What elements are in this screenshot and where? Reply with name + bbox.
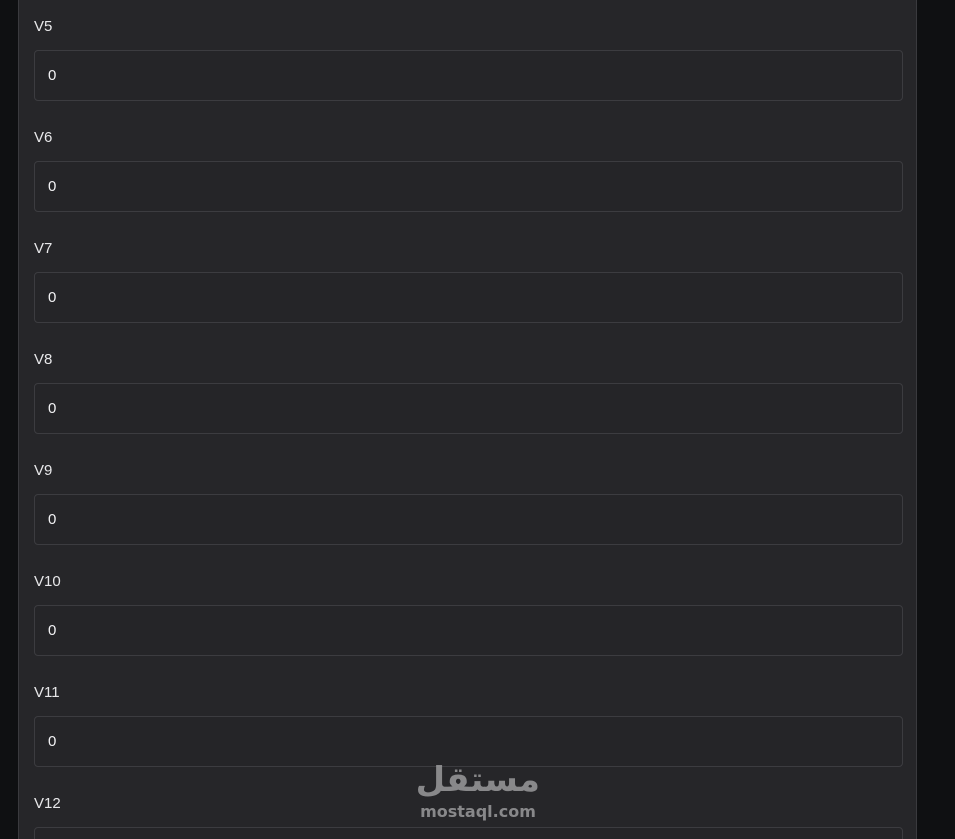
v5-input[interactable] — [34, 50, 903, 101]
watermark-latin: mostaql.com — [420, 802, 536, 821]
mostaql-watermark: مستقل mostaql.com — [416, 760, 540, 824]
field-label: V9 — [34, 462, 53, 479]
field-label: V7 — [34, 240, 53, 257]
v12-input[interactable] — [34, 827, 903, 839]
field-label: V8 — [34, 351, 53, 368]
v10-input[interactable] — [34, 605, 903, 656]
watermark-arabic: مستقل — [415, 760, 540, 800]
field-label: V11 — [34, 684, 60, 701]
v7-input[interactable] — [34, 272, 903, 323]
field-label: V6 — [34, 129, 53, 146]
field-label: V10 — [34, 573, 61, 590]
v8-input[interactable] — [34, 383, 903, 434]
field-label: V12 — [34, 795, 61, 812]
field-label: V5 — [34, 18, 53, 35]
v9-input[interactable] — [34, 494, 903, 545]
page: V5 V6 V7 V8 V9 V10 V11 V12 مستقل mostaql… — [0, 0, 955, 839]
v6-input[interactable] — [34, 161, 903, 212]
